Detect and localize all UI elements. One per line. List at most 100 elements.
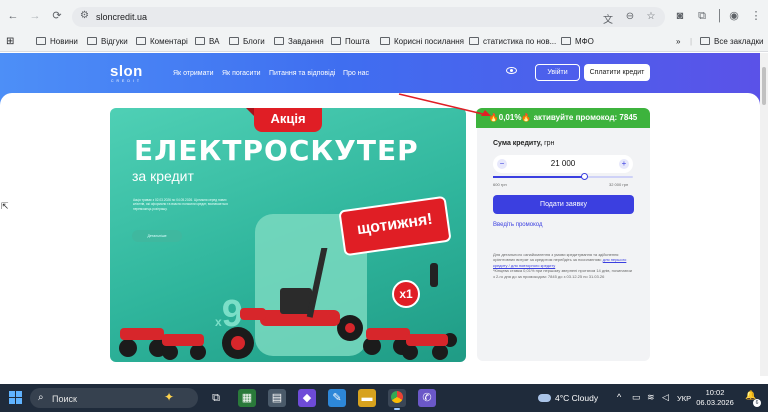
menu-kebab-icon[interactable]: ⋮ [749,9,763,23]
accessibility-eye-icon[interactable] [506,67,517,74]
logo-subtext: CREDIT [111,79,143,83]
camera-icon[interactable]: ◙ [673,9,687,23]
amount-slider[interactable] [493,173,633,180]
bookmark-stats[interactable]: статистика по нов... [469,36,556,48]
mouse-cursor-icon: ⇱ [1,201,9,211]
clock[interactable]: 10:02 06.03.2026 [696,388,734,408]
menu-how-to-repay[interactable]: Як погасити [222,70,261,77]
bookmark-va[interactable]: ВА [195,36,219,48]
folder-icon [195,37,205,45]
login-button[interactable]: Увійти [535,64,580,81]
bookmark-news[interactable]: Новини [36,36,78,48]
windows-start-icon[interactable] [9,391,22,404]
amount-label: Сума кредиту, грн [493,140,554,147]
banner-terms-text: Акція триває з 02.03.2026 по 04.05.2026.… [133,198,228,211]
banner-headline: ЕЛЕКТРОСКУТЕР [134,134,419,167]
bookmark-mfo[interactable]: МФО [561,36,594,48]
amount-unit: грн [544,140,555,147]
bookmark-blogs[interactable]: Блоги [229,36,265,48]
apply-button[interactable]: Подати заявку [493,195,634,214]
folder-icon [469,37,479,45]
weather-widget[interactable]: 4°C Cloudy [538,393,598,403]
credit-calculator: Сума кредиту, грн − 21 000 + 600 грн 32 … [477,128,650,361]
bookmark-label: Новини [50,37,78,46]
all-bookmarks[interactable]: Все закладки [700,36,763,48]
bookmark-reviews[interactable]: Відгуки [87,36,128,48]
bookmark-star-icon[interactable]: ☆ [645,11,657,22]
language-indicator[interactable]: УКР [677,394,691,403]
amount-stepper[interactable]: − 21 000 + [493,155,633,173]
extensions-icon[interactable]: ⧉ [695,9,709,23]
bookmark-label: Блоги [243,37,265,46]
bookmarks-bar: ⊞ Новини Відгуки Коментарі ВА Блоги Завд… [0,32,768,52]
bookmark-label: статистика по нов... [483,37,557,46]
slider-handle[interactable] [581,173,588,180]
reload-icon[interactable]: ⟳ [50,9,64,23]
bookmarks-overflow[interactable]: » [676,36,680,48]
task-view-icon[interactable]: ⧉ [207,389,225,407]
pay-credit-button[interactable]: Сплатити кредит [584,64,650,81]
folder-icon [380,37,390,45]
profile-icon[interactable]: ◉ [727,9,741,23]
calculator-icon[interactable]: ▤ [268,389,286,407]
notification-count: 6 [753,399,761,407]
promo-code-strip: 🔥0,01%🔥 активуйте промокод: 7845 [476,108,650,128]
url-text[interactable]: sloncredit.ua [96,12,147,22]
page-scrollbar[interactable] [760,53,768,376]
volume-icon[interactable]: ◁ [662,392,669,403]
folder-icon [274,37,284,45]
slider-min-label: 600 грн [493,182,507,187]
browser-toolbar: ← → ⟳ ⚙ sloncredit.ua 文 ⊖ ☆ ◙ ⧉ │ ◉ ⋮ [0,0,768,32]
bookmark-label: Коментарі [150,37,188,46]
site-logo[interactable]: slon CREDIT [110,63,143,83]
bookmark-useful-links[interactable]: Корисні посилання [380,36,464,48]
taskbar: ⌕ Поиск ✦ ⧉ ▦ ▤ ◆ ✎ ▬ ✆ 4°C Cloudy ^ ▭ ≋… [0,384,768,412]
banner-subline: за кредит [132,168,194,184]
menu-faq[interactable]: Питання та відповіді [269,70,335,77]
network-icon[interactable]: ▭ [632,392,641,403]
x1-badge: х1 [392,280,420,308]
info-text-2: *Кінцева ставка 0,01% при першому зверне… [493,268,632,279]
folder-icon [331,37,341,45]
menu-how-to-get[interactable]: Як отримати [173,70,213,77]
wifi-icon[interactable]: ≋ [647,392,655,403]
translate-icon[interactable]: 文 [602,11,614,26]
forward-icon[interactable]: → [28,9,42,23]
taskbar-search[interactable]: ⌕ Поиск ✦ [30,388,198,408]
zoom-icon[interactable]: ⊖ [624,11,636,22]
all-bookmarks-label: Все закладки [714,37,764,46]
enter-promo-link[interactable]: Введіть промокод [493,222,543,228]
increase-button[interactable]: + [619,159,629,169]
logo-text: slon [110,63,143,80]
amount-value[interactable]: 21 000 [493,159,633,168]
folder-icon [561,37,571,45]
scrollbar-thumb[interactable] [762,67,766,105]
key-icon [430,263,438,287]
chrome-icon[interactable] [388,389,406,410]
address-bar[interactable]: ⚙ sloncredit.ua 文 ⊖ ☆ [72,7,665,27]
notes-icon[interactable]: ✎ [328,389,346,407]
site-info-icon[interactable]: ⚙ [80,10,89,21]
copilot-icon[interactable]: ◆ [298,389,316,407]
bookmark-comments[interactable]: Коментарі [136,36,188,48]
store-icon[interactable]: ▦ [238,389,256,407]
tray-overflow-icon[interactable]: ^ [617,392,621,402]
back-icon[interactable]: ← [6,9,20,23]
bookmark-mail[interactable]: Пошта [331,36,370,48]
folder-icon [36,37,46,45]
details-button[interactable]: Детальніше [132,230,182,242]
bookmark-tasks[interactable]: Завдання [274,36,324,48]
slider-max-label: 32 000 грн [609,182,629,187]
bookmark-label: МФО [575,37,594,46]
search-icon: ⌕ [38,392,44,403]
bookmark-label: Завдання [288,37,324,46]
menu-about[interactable]: Про нас [343,70,369,77]
viber-icon[interactable]: ✆ [418,389,436,407]
info-text-1: Для детального ознайомлення з умови кред… [493,252,619,263]
folder-icon [87,37,97,45]
promo-banner[interactable]: Акція ЕЛЕКТРОСКУТЕР за кредит Акція трив… [110,108,466,362]
file-explorer-icon[interactable]: ▬ [358,389,376,407]
taskbar-search-label: Поиск [52,394,77,404]
apps-grid-icon[interactable]: ⊞ [6,36,14,48]
notifications-button[interactable]: 🔔 6 [745,390,761,407]
